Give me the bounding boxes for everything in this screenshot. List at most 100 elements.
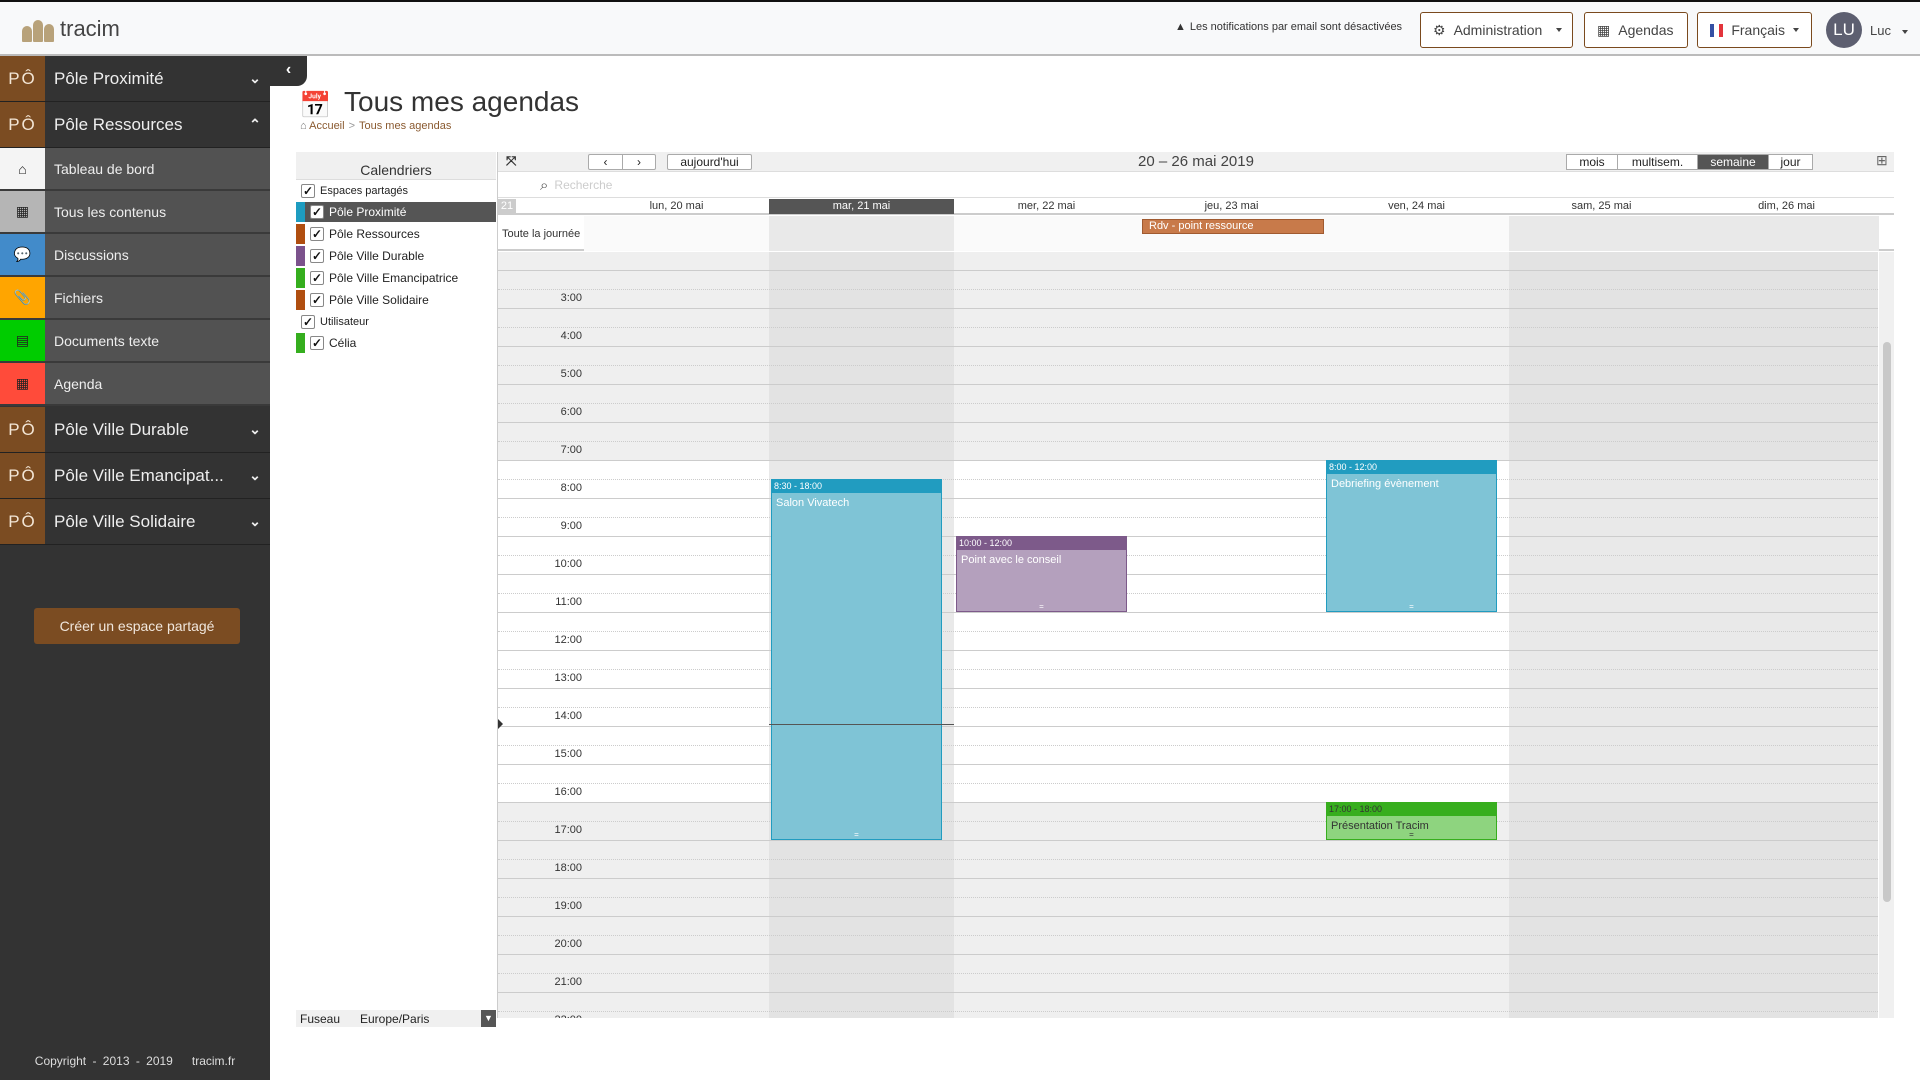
tracim-link[interactable]: tracim.fr: [192, 1054, 235, 1068]
calendar-icon: ▦: [0, 363, 45, 404]
allday-row: Toute la journée Rdv - point ressource: [498, 216, 1894, 251]
day-header[interactable]: mar, 21 mai: [769, 199, 954, 214]
language-dropdown[interactable]: Français: [1697, 12, 1812, 48]
sidebar-item-discussions[interactable]: 💬 Discussions: [0, 234, 270, 277]
allday-cell[interactable]: [584, 216, 769, 251]
sidebar-item-fichiers[interactable]: 📎 Fichiers: [0, 277, 270, 320]
day-header[interactable]: sam, 25 mai: [1509, 199, 1694, 214]
allday-cell[interactable]: [1324, 216, 1509, 251]
resize-handle[interactable]: =: [772, 831, 941, 839]
day-header[interactable]: mer, 22 mai: [954, 199, 1139, 214]
comments-icon: 💬: [0, 234, 45, 275]
sidebar-workspace-pole-proximite[interactable]: PÔ Pôle Proximité ⌄: [0, 56, 270, 102]
prev-button[interactable]: ‹: [588, 154, 623, 170]
sidebar-workspace-pole-ville-durable[interactable]: PÔ Pôle Ville Durable ⌄: [0, 407, 270, 453]
warning-icon: ▲: [1175, 21, 1186, 33]
sidebar-item-tableau-de-bord[interactable]: ⌂ Tableau de bord: [0, 148, 270, 191]
time-label: 8:00: [560, 482, 582, 495]
user-menu[interactable]: Luc: [1870, 23, 1891, 38]
checkbox[interactable]: ✓: [310, 205, 324, 219]
checkbox[interactable]: ✓: [301, 315, 315, 329]
calendar-item[interactable]: ✓ Pôle Ville Emancipatrice: [296, 268, 496, 288]
checkbox[interactable]: ✓: [310, 293, 324, 307]
calendar-color-swatch: [296, 224, 305, 244]
sidebar-workspace-pole-ville-solidaire[interactable]: PÔ Pôle Ville Solidaire ⌄: [0, 499, 270, 545]
calendar-item[interactable]: ✓ Pôle Ville Durable: [296, 246, 496, 266]
search-input[interactable]: ⌕ Recherche: [498, 173, 1894, 198]
day-header[interactable]: dim, 26 mai: [1694, 199, 1879, 214]
calendar-item[interactable]: ✓ Pôle Proximité: [296, 202, 496, 222]
today-button[interactable]: aujourd'hui: [667, 154, 752, 170]
workspace-badge: PÔ: [0, 453, 45, 498]
sidebar-workspace-pole-ressources[interactable]: PÔ Pôle Ressources ⌃: [0, 102, 270, 148]
calendar-item[interactable]: ✓ Pôle Ressources: [296, 224, 496, 244]
checkbox[interactable]: ✓: [310, 249, 324, 263]
chevron-up-icon[interactable]: ⌃: [240, 116, 270, 133]
time-label: 18:00: [554, 862, 582, 875]
view-month-button[interactable]: mois: [1567, 155, 1618, 169]
paperclip-icon: 📎: [0, 277, 45, 318]
tracim-logo[interactable]: tracim: [20, 16, 120, 42]
calendar-color-swatch: [296, 333, 305, 353]
resize-handle[interactable]: =: [957, 603, 1126, 611]
calendar-item[interactable]: ✓ Pôle Ville Solidaire: [296, 290, 496, 310]
calendar-event[interactable]: 17:00 - 18:00 Présentation Tracim =: [1326, 802, 1497, 841]
agendas-button[interactable]: ▦ Agendas: [1584, 12, 1688, 48]
calendars-panel: Calendriers ✓ Espaces partagés ✓ Pôle Proxi…: [296, 152, 496, 1026]
allday-cell[interactable]: [1509, 216, 1694, 251]
administration-button[interactable]: ⚙ Administration: [1420, 12, 1573, 48]
timezone-select[interactable]: Fuseau Europe/Paris ▼: [296, 1010, 496, 1027]
file-text-icon: ▤: [0, 320, 45, 361]
dropdown-arrow-icon[interactable]: ▼: [481, 1010, 496, 1027]
user-menu-caret-icon[interactable]: [1902, 30, 1908, 34]
new-event-icon[interactable]: ⊞: [1876, 152, 1888, 169]
day-header[interactable]: jeu, 23 mai: [1139, 199, 1324, 214]
resize-handle[interactable]: =: [1327, 831, 1496, 839]
chevron-down-icon[interactable]: ⌄: [240, 467, 270, 484]
hour-row: [498, 992, 1878, 1018]
time-label: 12:00: [554, 634, 582, 647]
day-header[interactable]: ven, 24 mai: [1324, 199, 1509, 214]
sidebar-item-tous-les-contenus[interactable]: ▦ Tous les contenus: [0, 191, 270, 234]
allday-event[interactable]: Rdv - point ressource: [1142, 219, 1324, 234]
calendar-event[interactable]: 8:30 - 18:00 Salon Vivatech =: [771, 479, 942, 841]
sidebar: PÔ Pôle Proximité ⌄ PÔ Pôle Ressources ⌃…: [0, 56, 270, 1080]
allday-cell[interactable]: [1694, 216, 1879, 251]
breadcrumb-current[interactable]: Tous mes agendas: [359, 120, 451, 132]
calendar-event[interactable]: 8:00 - 12:00 Debriefing évènement =: [1326, 460, 1497, 613]
calendar-group[interactable]: ✓ Espaces partagés: [296, 181, 496, 201]
scrollbar[interactable]: [1879, 252, 1894, 1018]
view-multiweek-button[interactable]: multisem.: [1618, 155, 1698, 169]
chevron-down-icon[interactable]: ⌄: [240, 513, 270, 530]
next-button[interactable]: ›: [622, 154, 656, 170]
allday-label: Toute la journée: [502, 228, 581, 240]
sidebar-item-agenda[interactable]: ▦ Agenda: [0, 363, 270, 406]
sidebar-item-documents-texte[interactable]: ▤ Documents texte: [0, 320, 270, 363]
allday-cell[interactable]: [954, 216, 1139, 251]
resize-handle[interactable]: =: [1327, 603, 1496, 611]
breadcrumb-home[interactable]: Accueil: [309, 120, 344, 132]
day-header[interactable]: lun, 20 mai: [584, 199, 769, 214]
calendar-group[interactable]: ✓ Utilisateur: [296, 312, 496, 332]
copyright: Copyright - 2013 - 2019 tracim.fr: [34, 1054, 236, 1068]
fullscreen-icon[interactable]: ⤧: [506, 153, 516, 169]
time-label: 14:00: [554, 710, 582, 723]
avatar[interactable]: LU: [1826, 12, 1862, 48]
calendar-event[interactable]: 10:00 - 12:00 Point avec le conseil =: [956, 536, 1127, 613]
chevron-down-icon[interactable]: ⌄: [240, 421, 270, 438]
checkbox[interactable]: ✓: [310, 271, 324, 285]
collapse-sidebar-button[interactable]: ‹: [270, 56, 307, 86]
chevron-down-icon[interactable]: ⌄: [240, 70, 270, 87]
checkbox[interactable]: ✓: [310, 336, 324, 350]
time-label: 10:00: [554, 558, 582, 571]
calendar-item[interactable]: ✓ Célia: [296, 333, 496, 353]
french-flag-icon: [1710, 23, 1724, 37]
sidebar-workspace-pole-ville-emancipatrice[interactable]: PÔ Pôle Ville Emancipat... ⌄: [0, 453, 270, 499]
allday-cell[interactable]: [769, 216, 954, 251]
view-day-button[interactable]: jour: [1769, 155, 1812, 169]
checkbox[interactable]: ✓: [310, 227, 324, 241]
view-week-button[interactable]: semaine: [1698, 155, 1769, 169]
create-workspace-button[interactable]: Créer un espace partagé: [34, 608, 240, 644]
time-grid[interactable]: 3:00 4:00 5:00 6:00 7:00 8:00 9:00 10:00 11:00 12…: [498, 252, 1878, 1018]
checkbox[interactable]: ✓: [301, 184, 315, 198]
